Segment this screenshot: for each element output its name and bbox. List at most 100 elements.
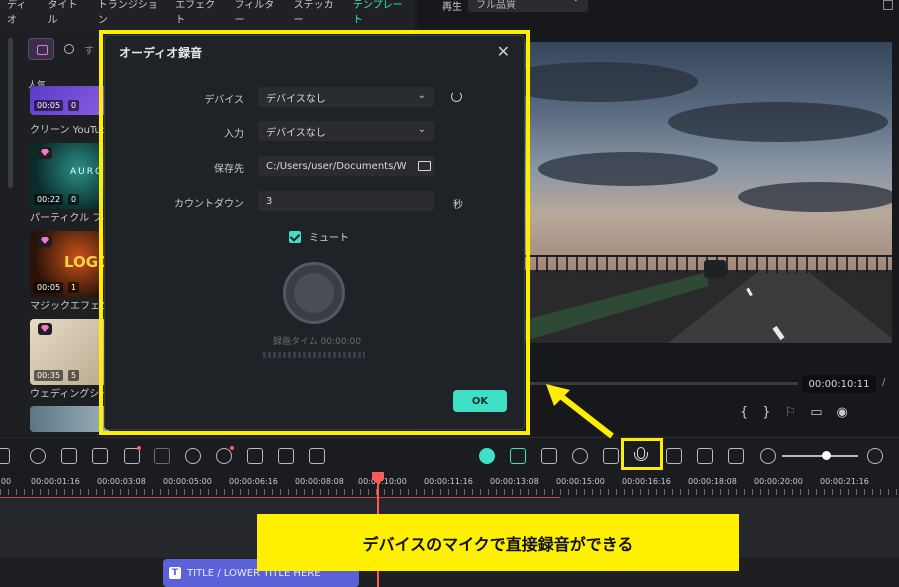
clip-count-badge: 0 <box>68 194 80 205</box>
media-icon[interactable] <box>697 448 713 464</box>
premium-gem-icon <box>38 235 52 247</box>
car <box>704 260 726 278</box>
clip-count-badge: 1 <box>68 282 80 293</box>
tick-label: 00:00:13:08 <box>490 477 539 486</box>
save-path-value: C:/Users/user/Documents/W <box>266 160 406 172</box>
adjust-icon[interactable] <box>247 448 263 464</box>
tick-label: 00:00 <box>0 477 12 486</box>
tab-stickers[interactable]: ステッカー <box>287 0 346 30</box>
delete-icon[interactable] <box>0 448 10 464</box>
premium-gem-icon <box>38 147 52 159</box>
template-card[interactable]: 00:35 5 <box>30 319 110 385</box>
clip-count-badge: 0 <box>68 100 80 111</box>
text-icon[interactable] <box>92 448 108 464</box>
annotation-callout: デバイスのマイクで直接録音ができる <box>257 514 739 571</box>
tick-label: 00:00:03:08 <box>97 477 146 486</box>
input-select[interactable]: デバイスなし ⌄ <box>258 121 434 141</box>
chevron-down-icon: ⌄ <box>417 90 426 101</box>
mark-in-icon[interactable]: { <box>740 405 748 420</box>
render-icon[interactable] <box>479 448 495 464</box>
notification-dot <box>137 446 141 450</box>
zoom-slider-knob[interactable] <box>822 451 831 460</box>
device-select[interactable]: デバイスなし ⌄ <box>258 87 434 107</box>
fit-icon[interactable] <box>728 448 744 464</box>
tab-label: タイトル <box>47 0 78 26</box>
shield-icon[interactable] <box>603 448 619 464</box>
sticker-edit-icon[interactable] <box>278 448 294 464</box>
folder-icon[interactable] <box>418 161 431 171</box>
tab-filters[interactable]: フィルター <box>227 0 286 30</box>
chevron-down-icon: ⌄ <box>417 124 426 135</box>
marker-icon[interactable]: ⚐ <box>785 405 797 420</box>
input-value: デバイスなし <box>266 127 326 139</box>
color-icon[interactable] <box>185 448 201 464</box>
save-path-field[interactable]: C:/Users/user/Documents/W <box>258 156 434 176</box>
search-input[interactable]: す <box>84 42 94 57</box>
audio-record-dialog: オーディオ録音 ✕ デバイス デバイスなし ⌄ 入力 デバイスなし ⌄ 保存先 … <box>104 35 525 430</box>
countdown-field[interactable]: 3 <box>258 191 434 211</box>
ai-cutout-icon[interactable] <box>510 448 526 464</box>
tab-transitions[interactable]: トランジション <box>91 0 168 30</box>
translate-icon[interactable] <box>309 448 325 464</box>
template-card[interactable]: LOGO 00:05 1 <box>30 231 110 297</box>
mask-icon[interactable] <box>154 448 170 464</box>
input-label: 入力 <box>224 129 244 140</box>
template-card[interactable]: AURO 00:22 0 <box>30 143 110 209</box>
zoom-in-icon[interactable] <box>867 448 883 464</box>
snapshot-icon[interactable]: ◉ <box>837 405 848 420</box>
tab-label: テンプレート <box>352 0 403 26</box>
tab-label: ディオ <box>7 0 27 26</box>
scissors-icon[interactable] <box>30 448 46 464</box>
zoom-out-icon[interactable] <box>760 448 776 464</box>
countdown-unit: 秒 <box>453 200 463 211</box>
cloud <box>668 102 888 142</box>
timecode: 00:00:10:11 <box>802 375 876 393</box>
timeline-ruler[interactable]: 00:00 00:00:01:16 00:00:03:08 00:00:05:0… <box>0 473 899 497</box>
tick-label: 00:00:20:00 <box>754 477 803 486</box>
title-icon: T <box>169 567 181 579</box>
display-icon[interactable]: ▭ <box>810 405 822 420</box>
refresh-icon[interactable] <box>451 91 462 102</box>
ok-button[interactable]: OK <box>453 390 507 412</box>
zoom-slider[interactable] <box>782 455 858 457</box>
mark-out-icon[interactable]: } <box>762 405 770 420</box>
tab-label: ステッカー <box>293 0 334 26</box>
mute-option[interactable]: ミュート <box>289 229 349 244</box>
scrollbar[interactable] <box>8 38 13 188</box>
tick-label: 00:00:11:16 <box>424 477 473 486</box>
duration-badge: 00:22 <box>34 194 64 205</box>
playback-icon[interactable] <box>572 448 588 464</box>
premium-filter-icon[interactable] <box>28 38 54 60</box>
cloud <box>538 152 718 186</box>
record-time: 録画タイム 00:00:00 <box>273 337 362 347</box>
tab-label: エフェクト <box>175 0 216 26</box>
quality-select[interactable]: フル品質 <box>468 0 588 12</box>
search-icon[interactable] <box>64 44 74 54</box>
tick-label: 00:00:01:16 <box>31 477 80 486</box>
music-beat-icon[interactable] <box>666 448 682 464</box>
close-icon[interactable]: ✕ <box>497 42 510 61</box>
search-row: す <box>28 38 94 60</box>
tick-marks <box>0 489 899 495</box>
tab-titles[interactable]: タイトル <box>41 0 91 30</box>
premium-gem-icon <box>38 323 52 335</box>
save-path-label: 保存先 <box>214 164 244 175</box>
snapshot-grid-icon[interactable] <box>883 0 893 10</box>
timecode-separator: / <box>882 377 886 388</box>
audio-edit-icon[interactable] <box>61 448 77 464</box>
crop-icon[interactable] <box>124 448 140 464</box>
template-card[interactable]: 00:05 0 <box>30 86 110 115</box>
tab-templates[interactable]: テンプレート <box>346 0 414 30</box>
tick-label: 00:00:05:00 <box>163 477 212 486</box>
notification-dot <box>230 446 234 450</box>
camera-icon[interactable] <box>541 448 557 464</box>
preview-video <box>518 42 892 343</box>
cloud <box>738 182 892 212</box>
template-card[interactable] <box>30 406 110 432</box>
device-label: デバイス <box>204 95 244 106</box>
tab-effects[interactable]: エフェクト <box>168 0 227 30</box>
mute-checkbox[interactable] <box>289 230 301 243</box>
record-button[interactable] <box>283 262 345 324</box>
tab-audio[interactable]: ディオ <box>0 0 41 30</box>
ai-icon[interactable] <box>216 448 232 464</box>
